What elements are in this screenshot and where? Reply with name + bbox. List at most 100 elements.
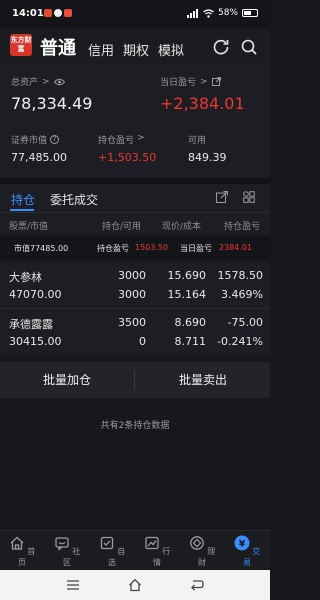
stock-market-value: 47070.00 bbox=[9, 288, 62, 301]
daily-pnl-label: 当日盈亏 bbox=[160, 78, 197, 88]
app-notification-icon-2 bbox=[64, 9, 72, 17]
tab-options[interactable]: 期权 bbox=[123, 40, 149, 59]
tab-holdings[interactable]: 持仓 bbox=[11, 191, 35, 208]
home-button-icon[interactable] bbox=[128, 578, 142, 592]
summary-daily-pnl-value: 2384.01 bbox=[219, 243, 253, 252]
nav-watchlist[interactable]: 自选 bbox=[97, 535, 127, 568]
table-row[interactable]: 大参林 47070.00 3000 3000 15.690 15.164 157… bbox=[0, 262, 270, 308]
table-header: 股票/市值 持仓/可用 现价/成本 持仓盈亏 bbox=[0, 213, 270, 235]
stock-available: 3000 bbox=[118, 288, 146, 301]
market-value-label: 证券市值 bbox=[11, 136, 48, 146]
home-icon bbox=[10, 536, 24, 550]
daily-pnl-value: +2,384.01 bbox=[160, 94, 245, 113]
market-value: 77,485.00 bbox=[11, 151, 67, 164]
stock-pnl-pct: -0.241% bbox=[217, 335, 263, 348]
col-price[interactable]: 现价/成本 bbox=[162, 219, 201, 232]
battery-percent: 58% bbox=[217, 8, 238, 18]
tab-simulation[interactable]: 模拟 bbox=[158, 40, 184, 59]
notification-icons bbox=[44, 9, 72, 17]
signal-icon bbox=[186, 8, 198, 18]
stock-cost: 15.164 bbox=[167, 288, 207, 301]
app-notification-icon bbox=[44, 9, 52, 17]
total-assets-label: 总资产 bbox=[11, 78, 39, 88]
stock-qty: 3500 bbox=[118, 316, 146, 329]
wifi-icon bbox=[203, 8, 214, 18]
stock-market-value: 30415.00 bbox=[9, 335, 62, 348]
position-tabs: 持仓 委托成交 bbox=[0, 184, 270, 212]
page-title: 普通 bbox=[40, 38, 76, 59]
market-value-header: 证券市值 ? bbox=[11, 133, 60, 146]
finance-icon bbox=[189, 536, 204, 550]
nav-community[interactable]: 社区 bbox=[52, 535, 82, 568]
account-summary-card: 总资产 > 78,334.49 当日盈亏 > +2,384.01 证券市值 ? … bbox=[0, 66, 270, 178]
svg-text:¥: ¥ bbox=[239, 540, 246, 550]
daily-pnl-header[interactable]: 当日盈亏 > bbox=[160, 75, 221, 88]
search-icon[interactable] bbox=[240, 38, 258, 56]
col-qty[interactable]: 持仓/可用 bbox=[102, 219, 141, 232]
stock-available: 0 bbox=[139, 335, 146, 348]
watchlist-icon bbox=[100, 536, 113, 550]
nav-market[interactable]: 行情 bbox=[142, 535, 172, 568]
stock-pnl: 1578.50 bbox=[217, 269, 264, 282]
stock-name: 大参林 bbox=[9, 271, 42, 284]
logo: 东方财富 bbox=[10, 34, 32, 56]
status-right: 58% bbox=[186, 8, 258, 18]
status-time: 14:01 bbox=[12, 8, 44, 19]
account-type-tabs: 信用 期权 模拟 bbox=[88, 40, 184, 59]
stock-pnl-pct: 3.469% bbox=[221, 288, 263, 301]
stock-name: 承德露露 bbox=[9, 318, 53, 331]
battery-icon bbox=[242, 9, 258, 17]
col-stock[interactable]: 股票/市值 bbox=[9, 219, 48, 232]
chevron-right-icon: > bbox=[200, 76, 208, 87]
batch-sell-button[interactable]: 批量卖出 bbox=[136, 362, 270, 398]
summary-market-value: 市值77485.00 bbox=[14, 244, 69, 253]
eye-icon[interactable] bbox=[53, 78, 65, 86]
available-label: 可用 bbox=[188, 136, 207, 146]
summary-daily-pnl-label: 当日盈亏 bbox=[180, 244, 212, 253]
batch-action-bar: 批量加仓 批量卖出 bbox=[0, 362, 270, 398]
refresh-icon[interactable] bbox=[212, 38, 230, 56]
summary-position-pnl-label: 持仓盈亏 bbox=[97, 244, 129, 253]
nav-finance[interactable]: 理财 bbox=[187, 535, 217, 568]
active-tab-indicator bbox=[10, 209, 34, 211]
market-icon bbox=[145, 536, 159, 550]
total-assets-value: 78,334.49 bbox=[11, 94, 93, 113]
position-pnl-value: +1,503.50 bbox=[98, 151, 157, 164]
batch-buy-button[interactable]: 批量加仓 bbox=[0, 362, 134, 398]
summary-position-pnl-value: 1503.50 bbox=[135, 243, 169, 252]
info-icon[interactable]: ? bbox=[50, 135, 60, 144]
tab-credit[interactable]: 信用 bbox=[88, 40, 114, 59]
trade-icon: ¥ bbox=[234, 535, 250, 551]
position-pnl-label: 持仓盈亏 bbox=[98, 136, 135, 146]
holdings-summary: 市值77485.00 持仓盈亏 1503.50 当日盈亏 2384.01 bbox=[0, 236, 270, 258]
chevron-right-icon: > bbox=[42, 76, 50, 87]
total-assets-header: 总资产 > bbox=[11, 75, 65, 88]
stock-price: 8.690 bbox=[174, 316, 207, 329]
tab-orders[interactable]: 委托成交 bbox=[50, 191, 98, 208]
table-row[interactable]: 承德露露 30415.00 3500 0 8.690 8.711 -75.00 … bbox=[0, 309, 270, 355]
stock-pnl: -75.00 bbox=[227, 316, 263, 329]
chevron-right-icon: > bbox=[137, 133, 145, 143]
nav-home[interactable]: 首页 bbox=[7, 535, 37, 568]
stock-qty: 3000 bbox=[118, 269, 146, 282]
holdings-count-note: 共有2条持仓数据 bbox=[100, 421, 170, 431]
app-header: 东方财富 普通 信用 期权 模拟 bbox=[0, 28, 270, 66]
position-pnl-header[interactable]: 持仓盈亏 > bbox=[98, 133, 145, 146]
community-icon bbox=[55, 537, 69, 551]
stock-cost: 8.711 bbox=[174, 335, 207, 348]
bottom-nav: 首页 社区 自选 行情 理财 ¥ 交易 bbox=[0, 530, 270, 570]
share-icon[interactable] bbox=[211, 77, 221, 86]
menu-icon[interactable] bbox=[66, 579, 80, 591]
share-icon[interactable] bbox=[216, 191, 228, 203]
col-pnl[interactable]: 持仓盈亏 bbox=[224, 219, 260, 232]
back-icon[interactable] bbox=[190, 579, 204, 591]
nav-trade[interactable]: ¥ 交易 bbox=[232, 535, 262, 568]
button-divider bbox=[134, 370, 135, 390]
system-nav-bar bbox=[0, 570, 270, 600]
clock-icon bbox=[54, 9, 62, 17]
status-bar: 14:01 58% bbox=[0, 0, 270, 28]
battery-fill bbox=[244, 11, 251, 15]
available-value: 849.39 bbox=[188, 151, 227, 164]
stock-price: 15.690 bbox=[167, 269, 207, 282]
grid-view-icon[interactable] bbox=[243, 191, 255, 203]
